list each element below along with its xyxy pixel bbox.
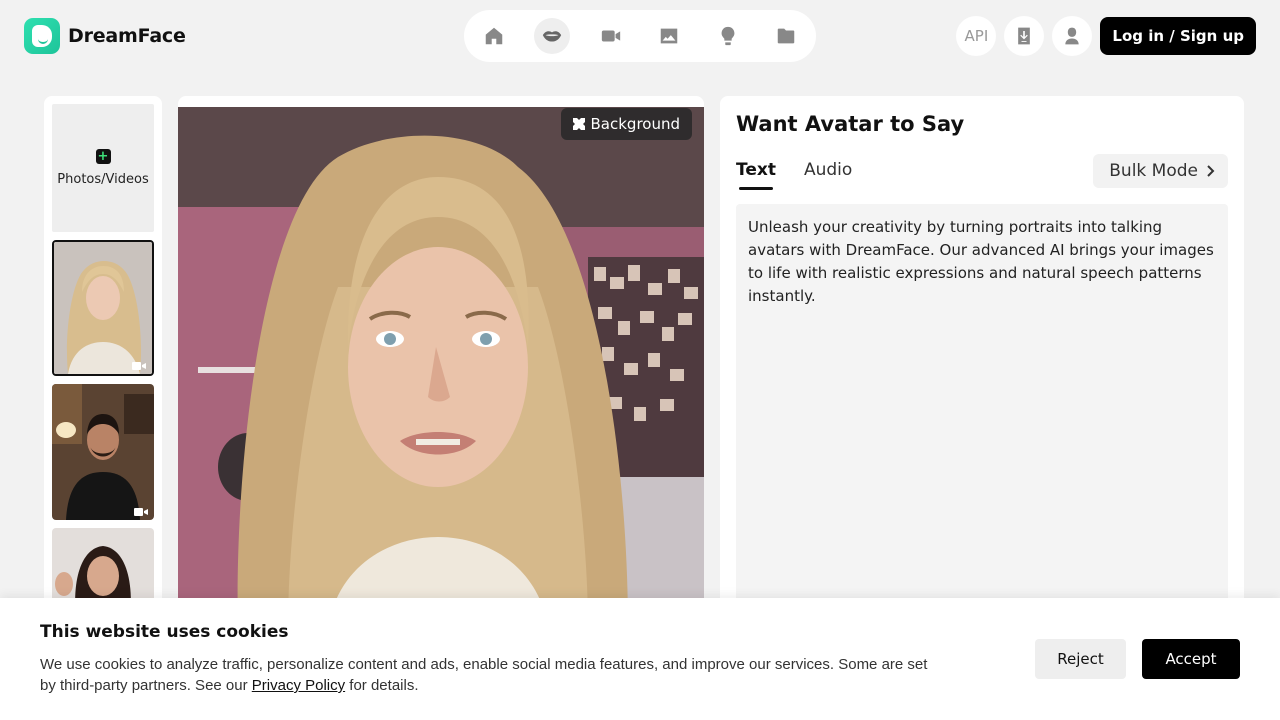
tab-audio[interactable]: Audio <box>804 160 852 188</box>
tab-text[interactable]: Text <box>736 160 776 190</box>
accept-cookies-button[interactable]: Accept <box>1142 639 1240 679</box>
main-nav <box>464 10 816 62</box>
login-signup-button[interactable]: Log in / Sign up <box>1100 17 1256 55</box>
header-actions: API Log in / Sign up <box>956 16 1256 56</box>
avatar-preview: Background <box>178 96 704 616</box>
upload-label: Photos/Videos <box>57 172 149 187</box>
api-button[interactable]: API <box>956 16 997 56</box>
template-sidebar: + Photos/Videos <box>44 96 162 616</box>
video-indicator-icon <box>132 356 146 370</box>
script-editor: Want Avatar to Say Text Audio Bulk Mode … <box>720 96 1244 616</box>
background-icon <box>572 118 585 130</box>
background-button[interactable]: Background <box>560 108 692 140</box>
nav-video[interactable] <box>587 16 635 56</box>
download-app-button[interactable] <box>1004 16 1045 56</box>
cookie-title: This website uses cookies <box>40 622 289 642</box>
nav-image[interactable] <box>645 16 693 56</box>
lips-icon <box>543 31 562 42</box>
thumbnail-image <box>54 242 152 374</box>
download-icon <box>1018 27 1031 45</box>
thumbnail-image <box>52 384 154 520</box>
lightbulb-icon <box>721 26 734 46</box>
chevron-right-icon <box>1207 165 1215 177</box>
privacy-policy-link[interactable]: Privacy Policy <box>252 677 345 694</box>
background-label: Background <box>590 115 681 133</box>
dreamface-logo-icon <box>24 18 60 54</box>
nav-home[interactable] <box>470 16 518 56</box>
cookie-text: We use cookies to analyze traffic, perso… <box>40 654 940 696</box>
logo-text: DreamFace <box>68 25 186 47</box>
nav-ideas[interactable] <box>704 16 752 56</box>
nav-lip-sync[interactable] <box>528 16 576 56</box>
bulk-mode-button[interactable]: Bulk Mode <box>1093 154 1228 188</box>
folder-icon <box>777 28 795 44</box>
avatar-preview-image <box>178 107 704 616</box>
profile-button[interactable] <box>1052 16 1093 56</box>
bulk-mode-label: Bulk Mode <box>1109 161 1198 181</box>
video-indicator-icon <box>134 502 148 516</box>
script-textarea[interactable]: Unleash your creativity by turning portr… <box>736 204 1228 604</box>
thumbnail-man-black-shirt[interactable] <box>52 384 154 520</box>
cookie-banner: This website uses cookies We use cookies… <box>0 598 1280 720</box>
image-icon <box>660 28 678 44</box>
plus-icon: + <box>95 149 111 164</box>
video-camera-icon <box>601 30 620 42</box>
home-icon <box>485 27 503 45</box>
avatar-icon <box>1065 27 1080 45</box>
editor-title: Want Avatar to Say <box>736 112 965 136</box>
upload-button[interactable]: + Photos/Videos <box>52 104 154 232</box>
thumbnail-blonde-woman[interactable] <box>52 240 154 376</box>
cookie-text-after: for details. <box>345 677 419 694</box>
top-header: DreamFace API Log in / Sign up <box>0 0 1280 72</box>
cookie-text-before: We use cookies to analyze traffic, perso… <box>40 656 928 694</box>
reject-cookies-button[interactable]: Reject <box>1035 639 1126 679</box>
nav-folder[interactable] <box>762 16 810 56</box>
input-mode-tabs: Text Audio <box>736 160 852 190</box>
logo[interactable]: DreamFace <box>24 18 186 54</box>
